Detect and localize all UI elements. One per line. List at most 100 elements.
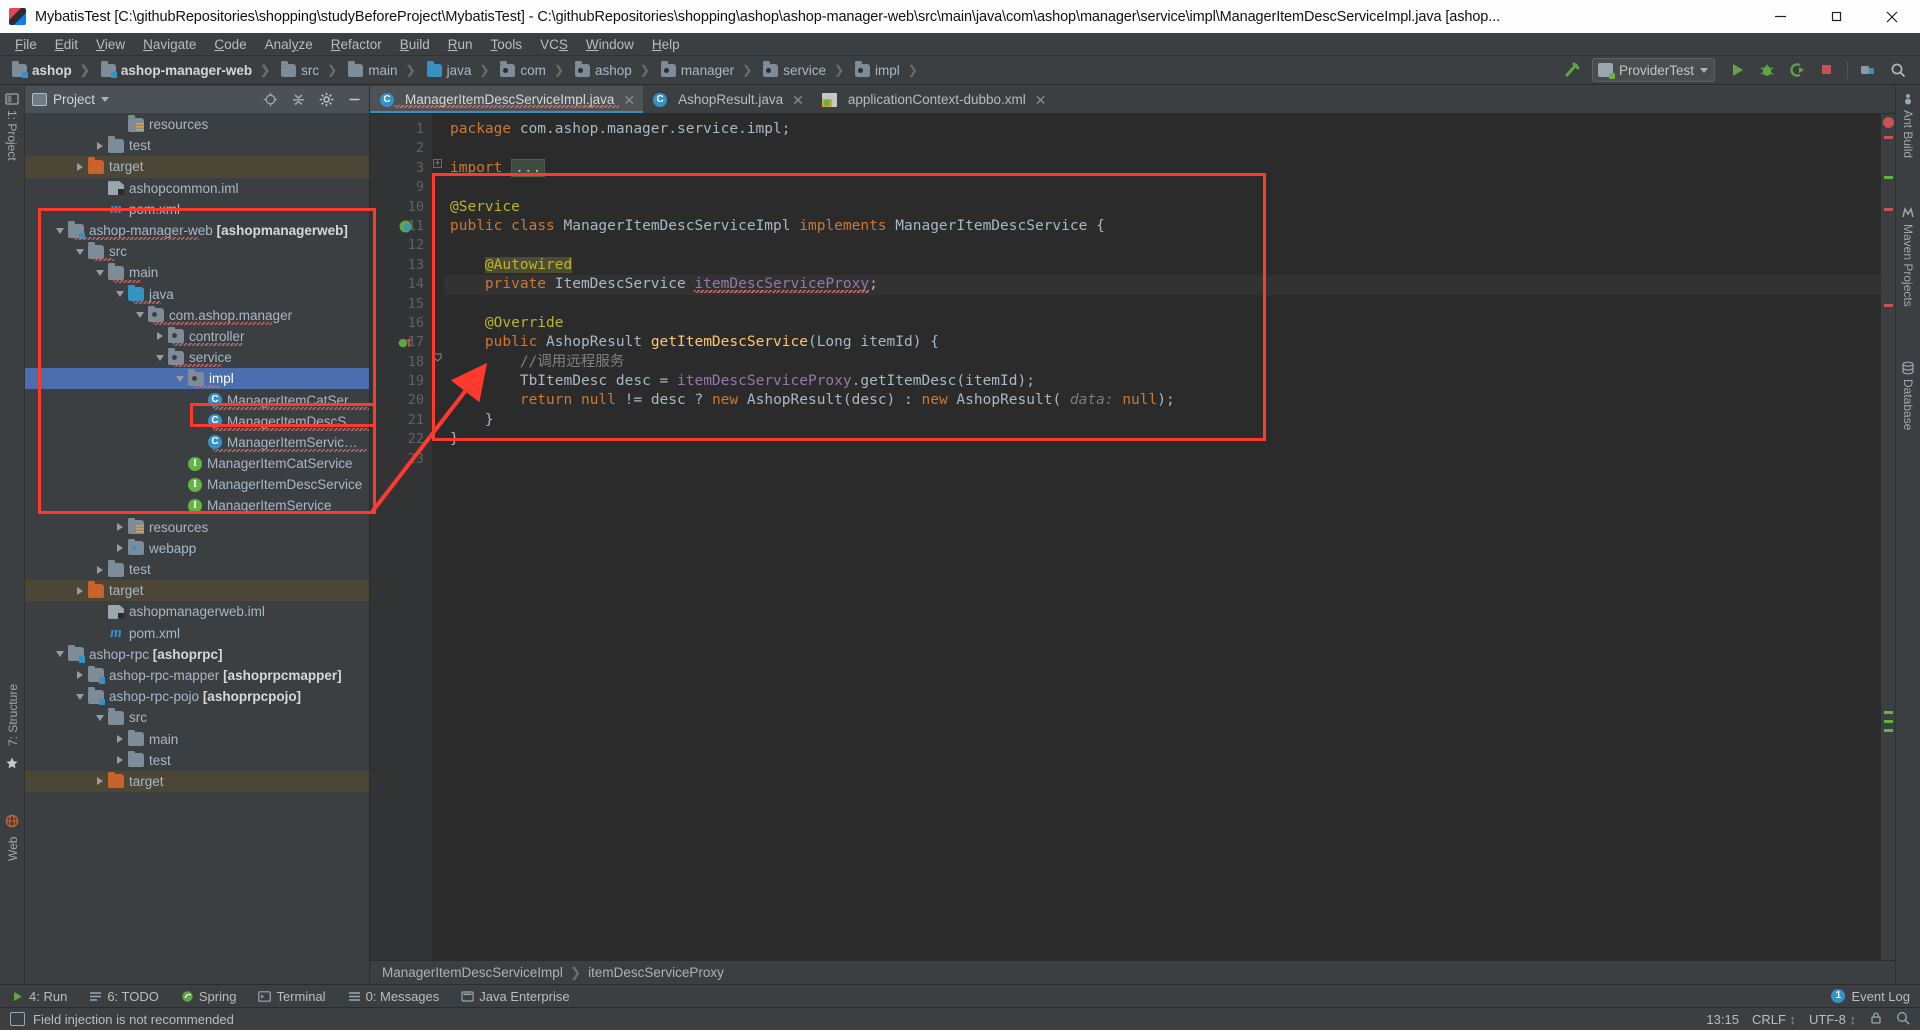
tree-item-src[interactable]: src	[25, 707, 369, 728]
maximize-button[interactable]	[1808, 0, 1864, 33]
menu-run[interactable]: Run	[439, 35, 482, 54]
breadcrumb-item-src[interactable]: src ❯	[279, 61, 346, 79]
tree-item-manageritemcatserviceimpl[interactable]: C ManagerItemCatServiceImpl	[25, 389, 369, 410]
menu-refactor[interactable]: Refactor	[322, 35, 391, 54]
lock-icon[interactable]	[1869, 1011, 1883, 1028]
tree-item-main[interactable]: main	[25, 262, 369, 283]
error-stripe-mark[interactable]	[1884, 136, 1893, 139]
code-line[interactable]: @Autowired	[444, 256, 1881, 275]
tree-item-java[interactable]: java	[25, 284, 369, 305]
tool-button-event-log[interactable]: Event Log	[1851, 989, 1910, 1004]
tree-item-target[interactable]: target	[25, 580, 369, 602]
code-line[interactable]: @Override	[444, 314, 1881, 333]
ant-build-icon[interactable]	[1901, 92, 1916, 107]
tool-button-run[interactable]: 4: Run	[0, 989, 78, 1004]
tree-item-ashop-rpc-pojo[interactable]: ashop-rpc-pojo [ashoprpcpojo]	[25, 686, 369, 707]
favorites-star-icon[interactable]	[5, 756, 20, 771]
chevron-down-icon[interactable]	[91, 269, 108, 276]
tool-button-terminal[interactable]: Terminal	[247, 989, 336, 1004]
web-tool-icon[interactable]	[5, 814, 20, 829]
breadcrumb-item-ashop[interactable]: ashop ❯	[10, 61, 99, 79]
code-line[interactable]	[444, 450, 1881, 469]
breadcrumb-item-com[interactable]: com ❯	[498, 61, 573, 79]
menu-build[interactable]: Build	[391, 35, 439, 54]
code-line[interactable]: public AshopResult getItemDescService(Lo…	[444, 333, 1881, 352]
menu-file[interactable]: File	[6, 35, 46, 54]
error-stripe-mark[interactable]	[1884, 304, 1893, 307]
editor-gutter[interactable]: 1 2 3 9 10 11 12 13 14 15 16 17 18 19 20 21 22 23	[370, 114, 432, 960]
tree-item-manageritemservice[interactable]: I ManagerItemService	[25, 495, 369, 516]
collapse-all-icon[interactable]	[287, 89, 309, 111]
hide-panel-icon[interactable]	[343, 89, 365, 111]
locate-target-icon[interactable]	[259, 89, 281, 111]
chevron-down-icon[interactable]	[71, 248, 88, 255]
tree-item-resources[interactable]: resources	[25, 114, 369, 135]
tree-item-impl[interactable]: impl	[25, 368, 369, 390]
chevron-right-icon[interactable]	[111, 756, 128, 765]
tree-item-target[interactable]: target	[25, 770, 369, 792]
code-line[interactable]: @Service	[444, 198, 1881, 217]
menu-help[interactable]: Help	[643, 35, 689, 54]
inspection-status-icon[interactable]	[1883, 117, 1894, 128]
close-tab-icon[interactable]: ✕	[1035, 93, 1047, 107]
breadcrumb-item-main[interactable]: main ❯	[346, 61, 424, 79]
chevron-right-icon[interactable]	[71, 671, 88, 680]
debug-button[interactable]	[1753, 58, 1781, 83]
breadcrumb-item-service[interactable]: service ❯	[761, 61, 853, 79]
breadcrumb-field[interactable]: itemDescServiceProxy	[588, 965, 724, 980]
info-stripe-mark[interactable]	[1884, 729, 1893, 732]
tool-button-spring[interactable]: Spring	[170, 989, 248, 1004]
tree-item-service[interactable]: service	[25, 347, 369, 368]
breadcrumb-item-manager[interactable]: manager ❯	[659, 61, 761, 79]
tool-button-java-enterprise[interactable]: Java Enterprise	[450, 989, 580, 1004]
search-everywhere-button[interactable]	[1884, 58, 1912, 83]
tree-item-manageritemcatservice[interactable]: I ManagerItemCatService	[25, 453, 369, 474]
stop-button[interactable]	[1813, 58, 1841, 83]
close-tab-icon[interactable]: ✕	[623, 93, 635, 107]
code-line[interactable]: }	[444, 411, 1881, 430]
tool-button-messages[interactable]: 0: Messages	[337, 989, 451, 1004]
tool-button-todo[interactable]: 6: TODO	[78, 989, 170, 1004]
chevron-down-icon[interactable]	[171, 375, 188, 382]
breadcrumb-item-ashop-manager-web[interactable]: ashop-manager-web ❯	[99, 61, 279, 79]
chevron-right-icon[interactable]	[91, 141, 108, 150]
status-encoding[interactable]: UTF-8 ↕	[1809, 1012, 1856, 1027]
code-line[interactable]: TbItemDesc desc = itemDescServiceProxy.g…	[444, 372, 1881, 391]
tree-item-webapp[interactable]: webapp	[25, 538, 369, 559]
info-stripe-mark[interactable]	[1884, 176, 1893, 179]
code-line[interactable]	[444, 236, 1881, 255]
code-line[interactable]: }	[444, 430, 1881, 449]
settings-gear-icon[interactable]	[315, 89, 337, 111]
run-configuration-selector[interactable]: ProviderTest	[1591, 58, 1715, 82]
info-stripe-mark[interactable]	[1884, 720, 1893, 723]
menu-window[interactable]: Window	[577, 35, 643, 54]
code-line[interactable]: public class ManagerItemDescServiceImpl …	[444, 217, 1881, 236]
menu-code[interactable]: Code	[205, 35, 255, 54]
menu-tools[interactable]: Tools	[482, 35, 532, 54]
open-project-structure-button[interactable]	[1854, 58, 1882, 83]
code-line[interactable]: //调用远程服务	[444, 353, 1881, 372]
editor-fold-strip[interactable]: +	[432, 114, 444, 960]
close-tab-icon[interactable]: ✕	[792, 93, 804, 107]
code-text[interactable]: package com.ashop.manager.service.impl; i…	[444, 114, 1881, 960]
menu-analyze[interactable]: Analyze	[256, 35, 322, 54]
chevron-down-icon[interactable]	[51, 651, 68, 658]
chevron-right-icon[interactable]	[151, 332, 168, 341]
chevron-down-icon[interactable]	[101, 97, 110, 102]
build-hammer-icon[interactable]	[1558, 58, 1586, 83]
minimize-button[interactable]	[1752, 0, 1808, 33]
tree-item-ashop-manager-web[interactable]: ashop-manager-web [ashopmanagerweb]	[25, 220, 369, 241]
tree-item-controller[interactable]: controller	[25, 326, 369, 347]
tree-item-resources[interactable]: resources	[25, 517, 369, 538]
database-icon[interactable]	[1901, 361, 1916, 376]
fold-method-icon[interactable]	[433, 353, 442, 362]
tree-item-src[interactable]: src	[25, 241, 369, 262]
code-line[interactable]: private ItemDescService itemDescServiceP…	[444, 275, 1881, 295]
menu-edit[interactable]: Edit	[46, 35, 87, 54]
tree-item-manageritemserviceimpl[interactable]: C ManagerItemServiceImpl	[25, 432, 369, 453]
inspection-icon[interactable]	[1896, 1011, 1910, 1028]
menu-navigate[interactable]: Navigate	[134, 35, 205, 54]
fold-import-icon[interactable]: +	[433, 159, 442, 168]
maven-icon[interactable]	[1901, 206, 1916, 221]
tree-item-pom-xml[interactable]: m pom.xml	[25, 199, 369, 220]
